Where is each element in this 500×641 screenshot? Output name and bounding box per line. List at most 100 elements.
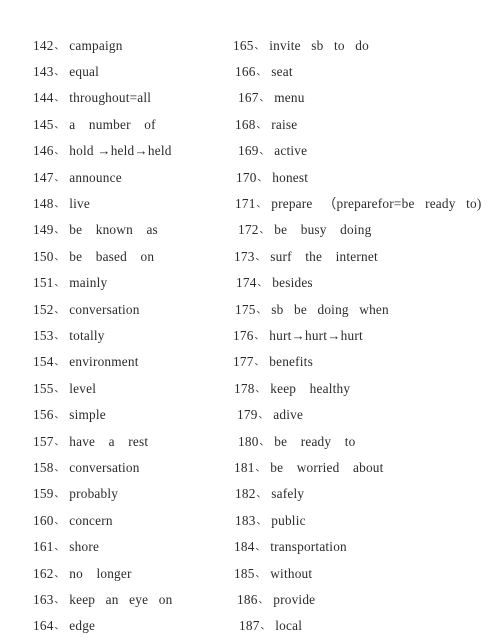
- entry-term: have a rest: [69, 433, 149, 449]
- vocabulary-entry: 147、 announce: [33, 165, 122, 191]
- enumeration-mark: 、: [255, 542, 266, 554]
- entry-number: 176: [233, 327, 254, 343]
- enumeration-mark: 、: [54, 383, 65, 395]
- enumeration-mark: 、: [257, 172, 268, 184]
- vocabulary-entry: 184、 transportation: [234, 534, 347, 560]
- entry-number: 171: [235, 195, 256, 211]
- entry-term: environment: [69, 354, 139, 370]
- entry-term: be based on: [69, 248, 155, 264]
- vocabulary-entry: 150、 be based on: [33, 244, 154, 270]
- vocabulary-list-page: 142、 campaign 143、 equal 144、 throughout=all 1…: [0, 0, 500, 637]
- entry-term: seat: [271, 63, 293, 79]
- entry-term: keep healthy: [270, 380, 351, 396]
- vocabulary-entry: 167、 menu: [238, 85, 305, 111]
- enumeration-mark: 、: [54, 251, 65, 263]
- vocabulary-entry: 170、 honest: [236, 165, 308, 191]
- entry-term: besides: [272, 275, 313, 291]
- entry-number: 166: [235, 63, 256, 79]
- entry-term: local: [275, 618, 303, 634]
- entry-term: active: [274, 143, 308, 159]
- vocabulary-entry: 149、 be known as: [33, 217, 158, 243]
- entry-term: probably: [69, 486, 119, 502]
- entry-number: 186: [237, 591, 258, 607]
- enumeration-mark: 、: [54, 40, 65, 52]
- entry-number: 179: [237, 407, 258, 423]
- entry-term: keep an eye on: [69, 591, 173, 607]
- entry-number: 149: [33, 222, 54, 238]
- vocabulary-entry: 162、 no longer: [33, 561, 132, 587]
- entry-number: 165: [233, 37, 254, 53]
- entry-term: honest: [272, 169, 309, 185]
- entry-term: throughout=all: [69, 90, 152, 106]
- enumeration-mark: 、: [257, 278, 268, 290]
- entry-number: 158: [33, 459, 54, 475]
- enumeration-mark: 、: [259, 146, 270, 158]
- vocabulary-entry: 152、 conversation: [33, 297, 140, 323]
- entry-term: concern: [69, 512, 113, 528]
- vocabulary-entry: 174、 besides: [236, 270, 313, 296]
- entry-number: 146: [33, 143, 54, 159]
- vocabulary-entry: 176、 hurt→hurt→hurt: [233, 323, 363, 349]
- entry-number: 170: [236, 169, 257, 185]
- entry-term: level: [69, 380, 97, 396]
- entry-number: 164: [33, 618, 54, 634]
- entry-term: raise: [271, 116, 298, 132]
- entry-term: simple: [69, 407, 106, 423]
- entry-number: 167: [238, 90, 259, 106]
- entry-term: a number of: [69, 116, 156, 132]
- entry-term: benefits: [269, 354, 313, 370]
- entry-term: mainly: [69, 275, 108, 291]
- vocabulary-entry: 166、 seat: [235, 59, 293, 85]
- vocabulary-entry: 178、 keep healthy: [234, 376, 350, 402]
- vocabulary-entry: 172、 be busy doing: [238, 217, 371, 243]
- vocabulary-entry: 157、 have a rest: [33, 429, 148, 455]
- vocabulary-entry: 159、 probably: [33, 481, 118, 507]
- entry-number: 145: [33, 116, 54, 132]
- vocabulary-entry: 179、 adive: [237, 402, 303, 428]
- entry-number: 160: [33, 512, 54, 528]
- entry-term: provide: [273, 591, 316, 607]
- entry-term: shore: [69, 539, 100, 555]
- vocabulary-entry: 182、 safely: [235, 481, 304, 507]
- vocabulary-entry: 186、 provide: [237, 587, 315, 613]
- enumeration-mark: 、: [260, 621, 271, 633]
- vocabulary-entry: 165、 invite sb to do: [233, 33, 369, 59]
- enumeration-mark: 、: [54, 436, 65, 448]
- entry-number: 150: [33, 248, 54, 264]
- vocabulary-entry: 180、 be ready to: [238, 429, 356, 455]
- entry-term: sb be doing when: [271, 301, 389, 317]
- entry-number: 156: [33, 407, 54, 423]
- enumeration-mark: 、: [254, 330, 265, 342]
- entry-term: hurt→hurt→hurt: [269, 327, 363, 343]
- enumeration-mark: 、: [54, 146, 65, 158]
- entry-number: 172: [238, 222, 259, 238]
- enumeration-mark: 、: [54, 66, 65, 78]
- entry-number: 174: [236, 275, 257, 291]
- entry-term: hold →held→held: [69, 143, 172, 159]
- vocabulary-entry: 143、 equal: [33, 59, 99, 85]
- vocabulary-entry: 185、 without: [234, 561, 312, 587]
- entry-number: 168: [235, 116, 256, 132]
- enumeration-mark: 、: [255, 568, 266, 580]
- enumeration-mark: 、: [54, 542, 65, 554]
- entry-term: without: [270, 565, 313, 581]
- entry-term: no longer: [69, 565, 132, 581]
- entry-number: 181: [234, 459, 255, 475]
- vocabulary-entry: 181、 be worried about: [234, 455, 384, 481]
- entry-number: 169: [238, 143, 259, 159]
- vocabulary-column-left: 142、 campaign 143、 equal 144、 throughout=all 1…: [33, 0, 233, 637]
- enumeration-mark: 、: [259, 93, 270, 105]
- entry-term: invite sb to do: [269, 37, 369, 53]
- entry-number: 177: [233, 354, 254, 370]
- enumeration-mark: 、: [54, 278, 65, 290]
- entry-term: menu: [274, 90, 305, 106]
- enumeration-mark: 、: [256, 198, 267, 210]
- entry-term: public: [271, 512, 306, 528]
- entry-number: 155: [33, 380, 54, 396]
- vocabulary-entry: 187、 local: [239, 613, 302, 639]
- vocabulary-entry: 155、 level: [33, 376, 96, 402]
- entry-number: 180: [238, 433, 259, 449]
- entry-number: 157: [33, 433, 54, 449]
- entry-term: prepare （preparefor=be ready to): [271, 195, 482, 211]
- enumeration-mark: 、: [54, 172, 65, 184]
